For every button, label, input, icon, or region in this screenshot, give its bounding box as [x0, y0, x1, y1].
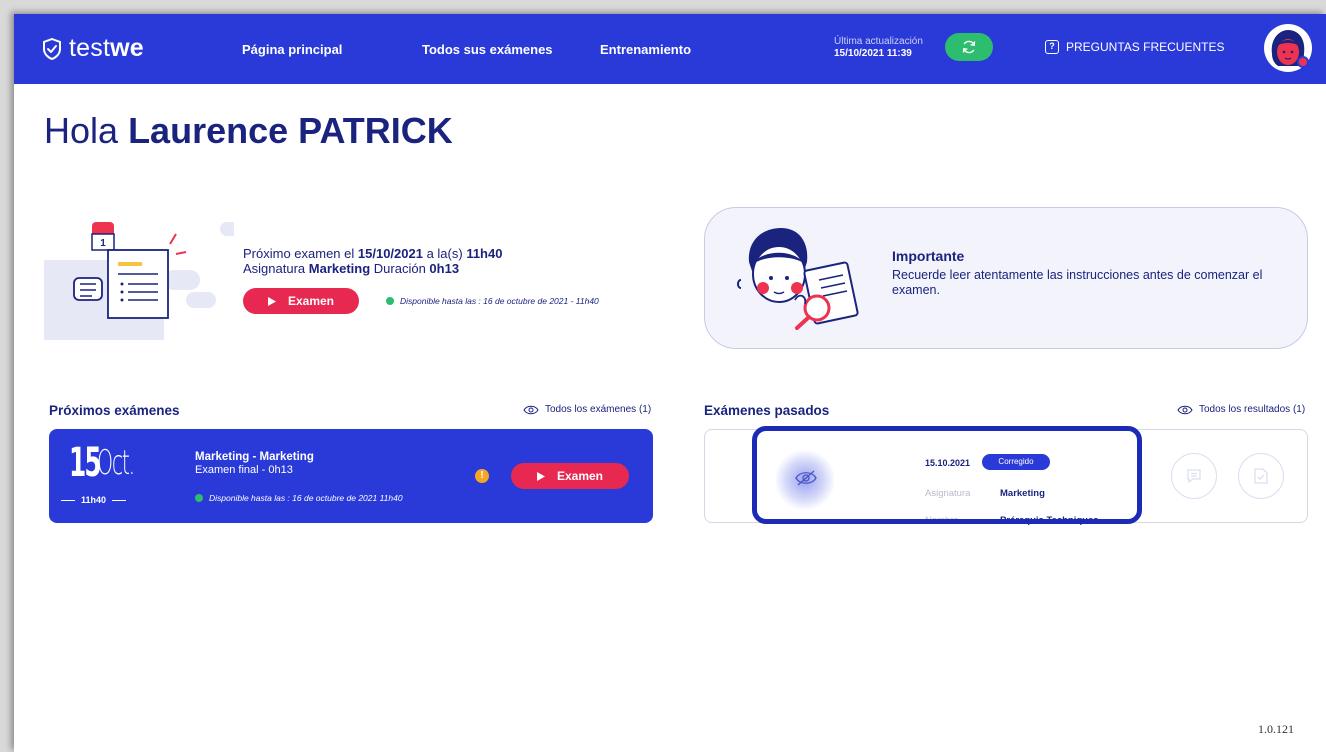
- last-update: Última actualización 15/10/2021 11:39: [834, 36, 923, 60]
- calendar-day-label: 1: [100, 238, 106, 249]
- question-icon: ?: [1045, 40, 1059, 54]
- upcoming-exam-title: Marketing - Marketing: [195, 451, 314, 463]
- notification-dot: [1297, 56, 1309, 68]
- highlight-frame: [752, 426, 1142, 524]
- last-update-label: Última actualización: [834, 36, 923, 47]
- play-icon: [536, 471, 545, 481]
- nav-link-training[interactable]: Entrenamiento: [600, 42, 691, 57]
- exam-time: 11h40: [61, 495, 127, 505]
- available-dot: [386, 297, 394, 305]
- eye-icon: [1177, 405, 1193, 414]
- upcoming-section-title: Próximos exámenes: [49, 403, 180, 418]
- comment-icon: [1187, 469, 1201, 484]
- exam-day: 15: [69, 440, 102, 486]
- eye-icon: [523, 405, 539, 414]
- nav-link-all-exams[interactable]: Todos sus exámenes: [422, 42, 553, 57]
- exam-month: Oct.: [97, 443, 135, 483]
- all-exams-link[interactable]: Todos los exámenes (1): [523, 404, 651, 415]
- sync-button[interactable]: [945, 33, 993, 61]
- comments-button[interactable]: [1171, 453, 1217, 499]
- nav-link-home[interactable]: Página principal: [242, 42, 342, 57]
- info-icon[interactable]: !: [475, 469, 489, 483]
- document-check-icon: [1254, 468, 1268, 484]
- top-navbar: testwe Página principal Todos sus exámen…: [14, 14, 1326, 84]
- last-update-value: 15/10/2021 11:39: [834, 48, 912, 59]
- testwe-logo[interactable]: testwe: [42, 34, 144, 63]
- next-exam-availability: Disponible hasta las : 16 de octubre de …: [386, 296, 599, 306]
- past-section-title: Exámenes pasados: [704, 403, 830, 418]
- upcoming-exam-subtitle: Examen final - 0h13: [195, 464, 293, 476]
- shield-check-icon: [43, 37, 61, 60]
- next-exam-line-1: Próximo examen el 15/10/2021 a la(s) 11h…: [243, 246, 503, 261]
- important-title: Importante: [892, 248, 965, 264]
- student-reading-illustration: [737, 228, 859, 330]
- logo-text: testwe: [69, 34, 144, 62]
- app-version: 1.0.121: [1258, 722, 1294, 736]
- upcoming-exam-start-button[interactable]: Examen: [511, 463, 629, 489]
- faq-label: PREGUNTAS FRECUENTES: [1066, 40, 1225, 54]
- copy-button[interactable]: [1238, 453, 1284, 499]
- upcoming-exam-card[interactable]: 15 Oct. 11h40 Marketing - Marketing Exam…: [49, 429, 653, 523]
- next-exam-start-button[interactable]: Examen: [243, 288, 359, 314]
- next-exam-summary: Próximo examen el 15/10/2021 a la(s) 11h…: [243, 246, 502, 276]
- page-title: Hola Laurence PATRICK: [44, 110, 453, 151]
- all-results-link[interactable]: Todos los resultados (1): [1177, 404, 1305, 415]
- next-exam-line-2: Asignatura Marketing Duración 0h13: [243, 261, 460, 276]
- upcoming-exam-availability: Disponible hasta las : 16 de octubre de …: [195, 493, 403, 503]
- exam-calendar-illustration: 1: [44, 222, 234, 340]
- faq-link[interactable]: ? PREGUNTAS FRECUENTES: [1045, 40, 1224, 54]
- play-icon: [267, 296, 276, 306]
- available-dot: [195, 494, 203, 502]
- important-text: Recuerde leer atentamente las instruccio…: [892, 268, 1263, 297]
- app-window: testwe Página principal Todos sus exámen…: [14, 14, 1326, 752]
- important-notice-card: Importante Recuerde leer atentamente las…: [704, 207, 1308, 349]
- refresh-icon: [962, 40, 976, 54]
